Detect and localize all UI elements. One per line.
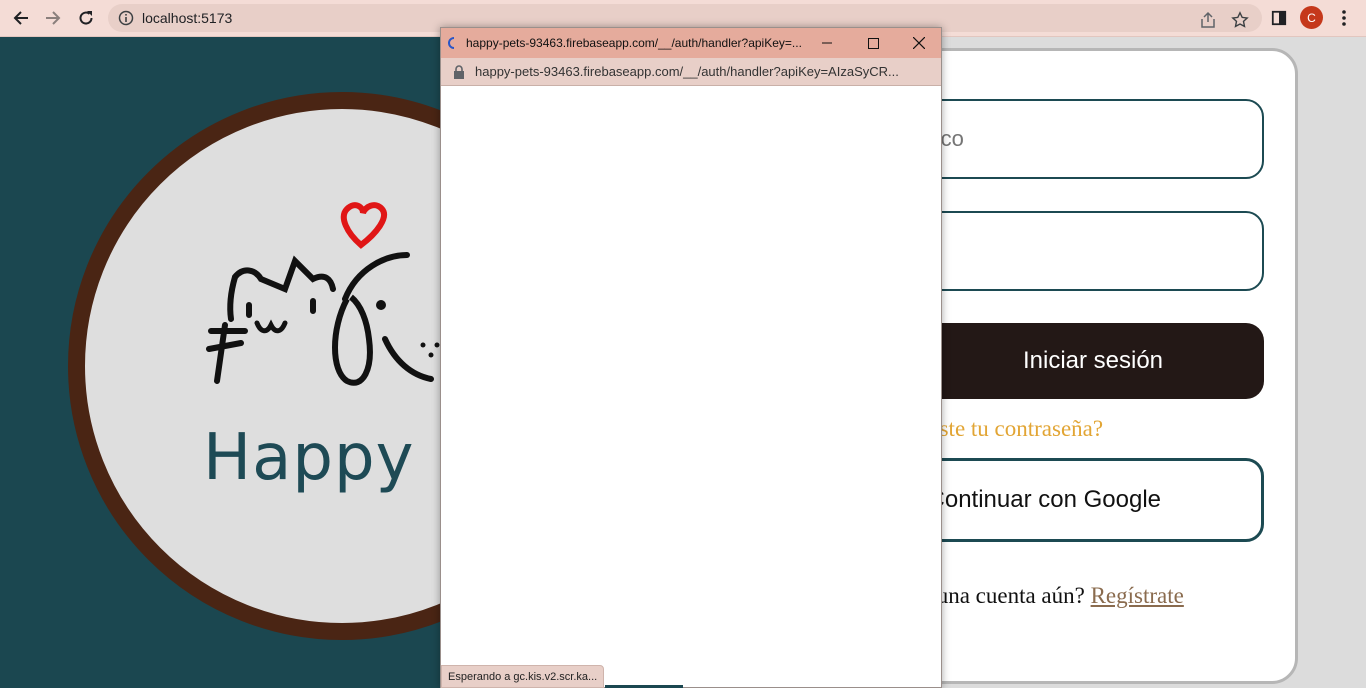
side-panel-icon[interactable] — [1269, 8, 1289, 28]
profile-avatar[interactable]: C — [1300, 6, 1323, 29]
close-icon[interactable] — [896, 28, 942, 58]
share-icon[interactable] — [1199, 11, 1217, 29]
popup-address-url: happy-pets-93463.firebaseapp.com/__/auth… — [475, 64, 899, 79]
popup-address-bar[interactable]: happy-pets-93463.firebaseapp.com/__/auth… — [441, 58, 941, 86]
forward-arrow-icon[interactable] — [41, 6, 65, 30]
lock-icon — [454, 65, 464, 79]
heart-icon — [340, 202, 387, 249]
signup-link[interactable]: Regístrate — [1091, 583, 1184, 608]
auth-popup-window: happy-pets-93463.firebaseapp.com/__/auth… — [440, 27, 942, 688]
star-icon[interactable] — [1231, 11, 1249, 29]
popup-title: happy-pets-93463.firebaseapp.com/__/auth… — [466, 36, 802, 50]
minimize-icon[interactable] — [804, 28, 850, 58]
back-arrow-icon[interactable] — [9, 6, 33, 30]
popup-status-bar: Esperando a gc.kis.v2.scr.ka... — [441, 665, 605, 688]
kebab-menu-icon[interactable] — [1334, 8, 1354, 28]
maximize-icon[interactable] — [850, 28, 896, 58]
loading-spinner-icon — [448, 37, 455, 49]
address-url: localhost:5173 — [142, 10, 233, 26]
info-icon[interactable] — [118, 10, 134, 26]
reload-icon[interactable] — [74, 6, 98, 30]
popup-titlebar[interactable]: happy-pets-93463.firebaseapp.com/__/auth… — [441, 28, 941, 58]
